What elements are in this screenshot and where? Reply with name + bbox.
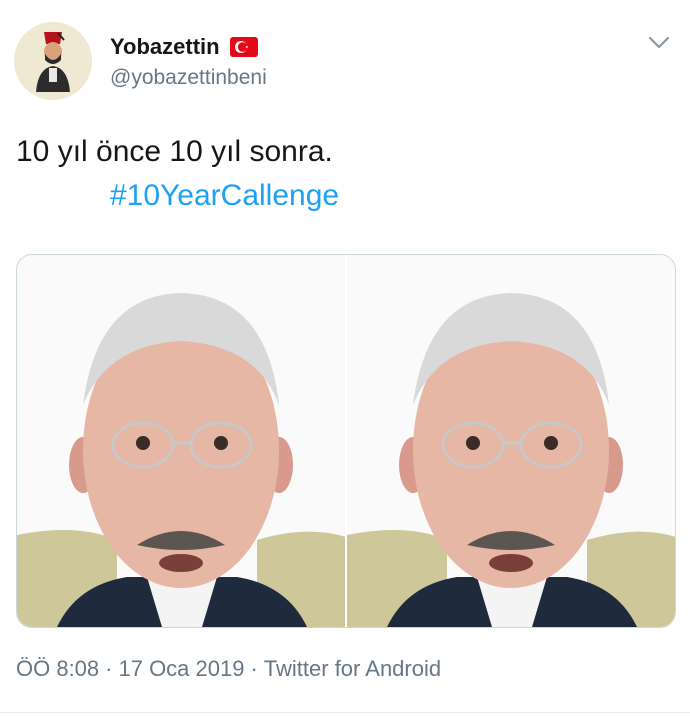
avatar-image	[14, 22, 92, 100]
divider	[0, 712, 690, 713]
hashtag-link[interactable]: #10YearCallenge	[110, 174, 339, 218]
display-name[interactable]: Yobazettin	[110, 34, 220, 60]
chevron-down-icon[interactable]	[648, 36, 670, 50]
photo-left[interactable]	[17, 255, 345, 627]
meta-separator: ·	[105, 656, 113, 681]
handle[interactable]: @yobazettinbeni	[110, 66, 267, 90]
photo-right[interactable]	[345, 255, 675, 627]
meta-separator: ·	[250, 656, 258, 681]
media-grid	[16, 254, 676, 628]
tweet-text: 10 yıl önce 10 yıl sonra.	[16, 135, 333, 168]
tweet-time[interactable]: ÖÖ 8:08	[16, 656, 99, 681]
author-row: Yobazettin	[110, 34, 258, 60]
portrait-image	[347, 255, 675, 627]
turkey-flag-icon	[229, 37, 258, 57]
tweet-meta: ÖÖ 8:08 · 17 Oca 2019 · Twitter for Android	[16, 656, 441, 682]
portrait-image	[17, 255, 345, 627]
tweet-source[interactable]: Twitter for Android	[264, 656, 441, 681]
avatar[interactable]	[14, 22, 92, 100]
tweet-date[interactable]: 17 Oca 2019	[118, 656, 244, 681]
